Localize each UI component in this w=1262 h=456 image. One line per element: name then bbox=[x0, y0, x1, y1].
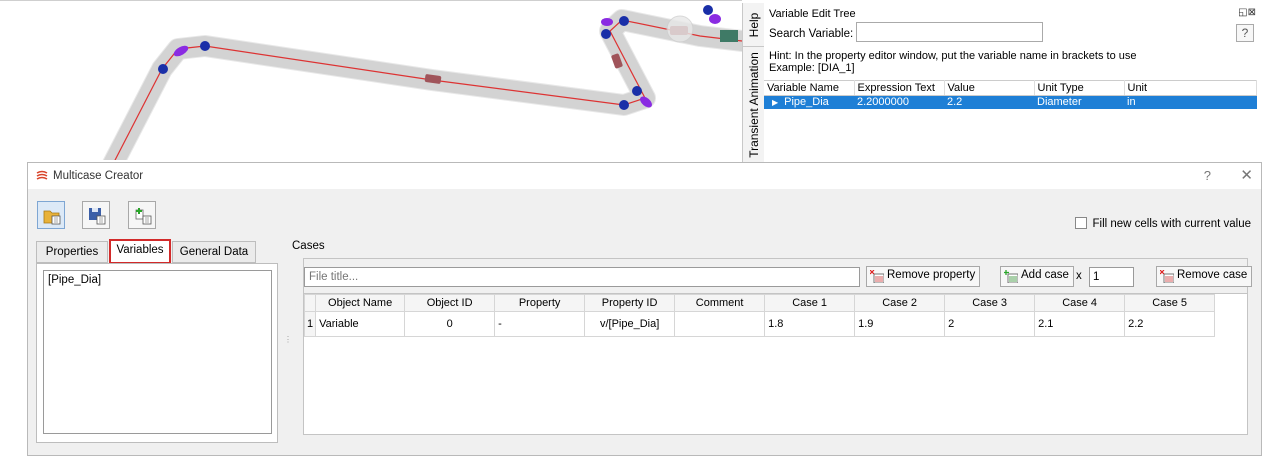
tab-transient-animation[interactable]: Transient Animation bbox=[743, 47, 764, 163]
table-row[interactable]: 1 Variable 0 - v/[Pipe_Dia] 1.8 1.9 2 2.… bbox=[303, 311, 1216, 337]
object-name-cell[interactable]: Variable bbox=[315, 311, 406, 337]
add-file-icon bbox=[135, 208, 152, 225]
cases-panel: Remove property Add case x Remove case bbox=[303, 258, 1253, 435]
col-property-id[interactable]: Property ID bbox=[584, 294, 676, 312]
case-1-cell[interactable]: 1.8 bbox=[764, 311, 856, 337]
fill-new-cells-option[interactable]: Fill new cells with current value bbox=[1075, 217, 1251, 230]
case-5-cell[interactable]: 2.2 bbox=[1124, 311, 1216, 337]
float-icon[interactable]: ◱ bbox=[1238, 7, 1247, 18]
comment-cell[interactable] bbox=[674, 311, 766, 337]
pipe-3d-viewport[interactable] bbox=[0, 0, 742, 160]
case-2-cell[interactable]: 1.9 bbox=[854, 311, 946, 337]
col-case-4[interactable]: Case 4 bbox=[1034, 294, 1126, 312]
col-object-id[interactable]: Object ID bbox=[404, 294, 496, 312]
unit-cell[interactable]: in bbox=[1124, 95, 1257, 109]
expand-arrow-icon[interactable]: ▶ bbox=[772, 98, 778, 107]
list-item[interactable]: [Pipe_Dia] bbox=[48, 274, 267, 286]
fill-new-cells-checkbox[interactable] bbox=[1075, 217, 1088, 229]
file-title-input[interactable] bbox=[304, 267, 860, 287]
search-variable-input[interactable] bbox=[856, 22, 1043, 42]
col-variable-name[interactable]: Variable Name bbox=[764, 80, 855, 96]
col-comment[interactable]: Comment bbox=[674, 294, 766, 312]
panel-window-controls[interactable]: ◱⊠ bbox=[1238, 7, 1256, 18]
col-value[interactable]: Value bbox=[944, 80, 1035, 96]
hint-line-2: Example: [DIA_1] bbox=[769, 62, 855, 74]
expression-cell[interactable]: 2.2000000 bbox=[854, 95, 944, 109]
remove-property-label: Remove property bbox=[887, 269, 976, 281]
side-tab-strip: Help Transient Animation bbox=[742, 3, 764, 163]
grid-corner[interactable] bbox=[303, 294, 317, 312]
col-case-5[interactable]: Case 5 bbox=[1124, 294, 1216, 312]
save-file-button[interactable] bbox=[82, 201, 110, 229]
tab-general-data[interactable]: General Data bbox=[172, 241, 256, 263]
fill-new-cells-label: Fill new cells with current value bbox=[1092, 218, 1251, 230]
variables-list[interactable]: [Pipe_Dia] bbox=[43, 270, 272, 434]
tab-transient-animation-label: Transient Animation bbox=[746, 52, 761, 158]
add-case-label: Add case bbox=[1021, 269, 1069, 281]
cases-grid-area[interactable]: Object Name Object ID Property Property … bbox=[303, 293, 1247, 434]
col-case-1[interactable]: Case 1 bbox=[764, 294, 856, 312]
add-case-button[interactable]: Add case bbox=[1000, 266, 1074, 287]
remove-case-label: Remove case bbox=[1177, 269, 1248, 281]
close-icon[interactable]: ⊠ bbox=[1248, 7, 1256, 18]
tab-properties[interactable]: Properties bbox=[36, 241, 108, 263]
add-item-button[interactable] bbox=[128, 201, 156, 229]
remove-property-icon bbox=[870, 270, 884, 283]
col-case-3[interactable]: Case 3 bbox=[944, 294, 1036, 312]
tab-help[interactable]: Help bbox=[743, 3, 764, 47]
table-row[interactable]: ▶ Pipe_Dia 2.2000000 2.2 Diameter in bbox=[764, 95, 1257, 109]
save-disk-icon bbox=[89, 208, 106, 225]
col-case-2[interactable]: Case 2 bbox=[854, 294, 946, 312]
value-cell[interactable]: 2.2 bbox=[944, 95, 1034, 109]
open-folder-icon bbox=[43, 210, 61, 225]
pipe-model-drawing bbox=[102, 5, 742, 160]
variable-edit-tree-panel: Variable Edit Tree ◱⊠ Search Variable: ?… bbox=[764, 3, 1262, 163]
hint-text: Hint: In the property editor window, put… bbox=[769, 50, 1136, 74]
row-number[interactable]: 1 bbox=[303, 311, 317, 337]
case-3-cell[interactable]: 2 bbox=[944, 311, 1036, 337]
tab-variables[interactable]: Variables bbox=[109, 239, 171, 264]
cases-group-label: Cases bbox=[292, 240, 325, 252]
unit-type-cell[interactable]: Diameter bbox=[1034, 95, 1124, 109]
col-property[interactable]: Property bbox=[494, 294, 586, 312]
col-unit-type[interactable]: Unit Type bbox=[1034, 80, 1125, 96]
dialog-help-button[interactable]: ? bbox=[1204, 168, 1211, 183]
add-case-icon bbox=[1004, 270, 1018, 283]
cases-grid: Object Name Object ID Property Property … bbox=[303, 294, 1216, 337]
variables-tab-panel: [Pipe_Dia] bbox=[36, 263, 278, 443]
variable-name-cell[interactable]: ▶ Pipe_Dia bbox=[764, 95, 854, 109]
search-label: Search Variable: bbox=[769, 28, 854, 40]
help-button[interactable]: ? bbox=[1236, 24, 1254, 42]
open-file-button[interactable] bbox=[37, 201, 65, 229]
tab-help-label: Help bbox=[746, 12, 761, 37]
property-id-cell[interactable]: v/[Pipe_Dia] bbox=[584, 311, 676, 337]
dialog-title: Multicase Creator bbox=[53, 170, 144, 182]
dialog-titlebar[interactable]: Multicase Creator ? ✕ bbox=[28, 163, 1261, 189]
variable-name: Pipe_Dia bbox=[784, 96, 829, 109]
splitter-handle[interactable]: ⋮ bbox=[284, 335, 292, 345]
object-id-cell[interactable]: 0 bbox=[404, 311, 496, 337]
remove-property-button[interactable]: Remove property bbox=[866, 266, 981, 287]
panel-title: Variable Edit Tree bbox=[769, 8, 856, 20]
col-unit[interactable]: Unit bbox=[1124, 80, 1257, 96]
property-cell[interactable]: - bbox=[494, 311, 586, 337]
case-multiplier-label: x bbox=[1076, 270, 1082, 282]
col-expression-text[interactable]: Expression Text bbox=[854, 80, 945, 96]
remove-case-icon bbox=[1160, 270, 1174, 283]
case-4-cell[interactable]: 2.1 bbox=[1034, 311, 1126, 337]
app-logo-icon bbox=[36, 170, 48, 180]
dialog-close-button[interactable]: ✕ bbox=[1240, 166, 1253, 184]
remove-case-button[interactable]: Remove case bbox=[1156, 266, 1253, 287]
add-case-count-input[interactable] bbox=[1089, 267, 1134, 287]
multicase-creator-dialog: Multicase Creator ? ✕ Fill new cells wit… bbox=[27, 162, 1262, 456]
col-object-name[interactable]: Object Name bbox=[315, 294, 406, 312]
hint-line-1: Hint: In the property editor window, put… bbox=[769, 50, 1137, 62]
variable-table: Variable Name Expression Text Value Unit… bbox=[764, 80, 1257, 109]
